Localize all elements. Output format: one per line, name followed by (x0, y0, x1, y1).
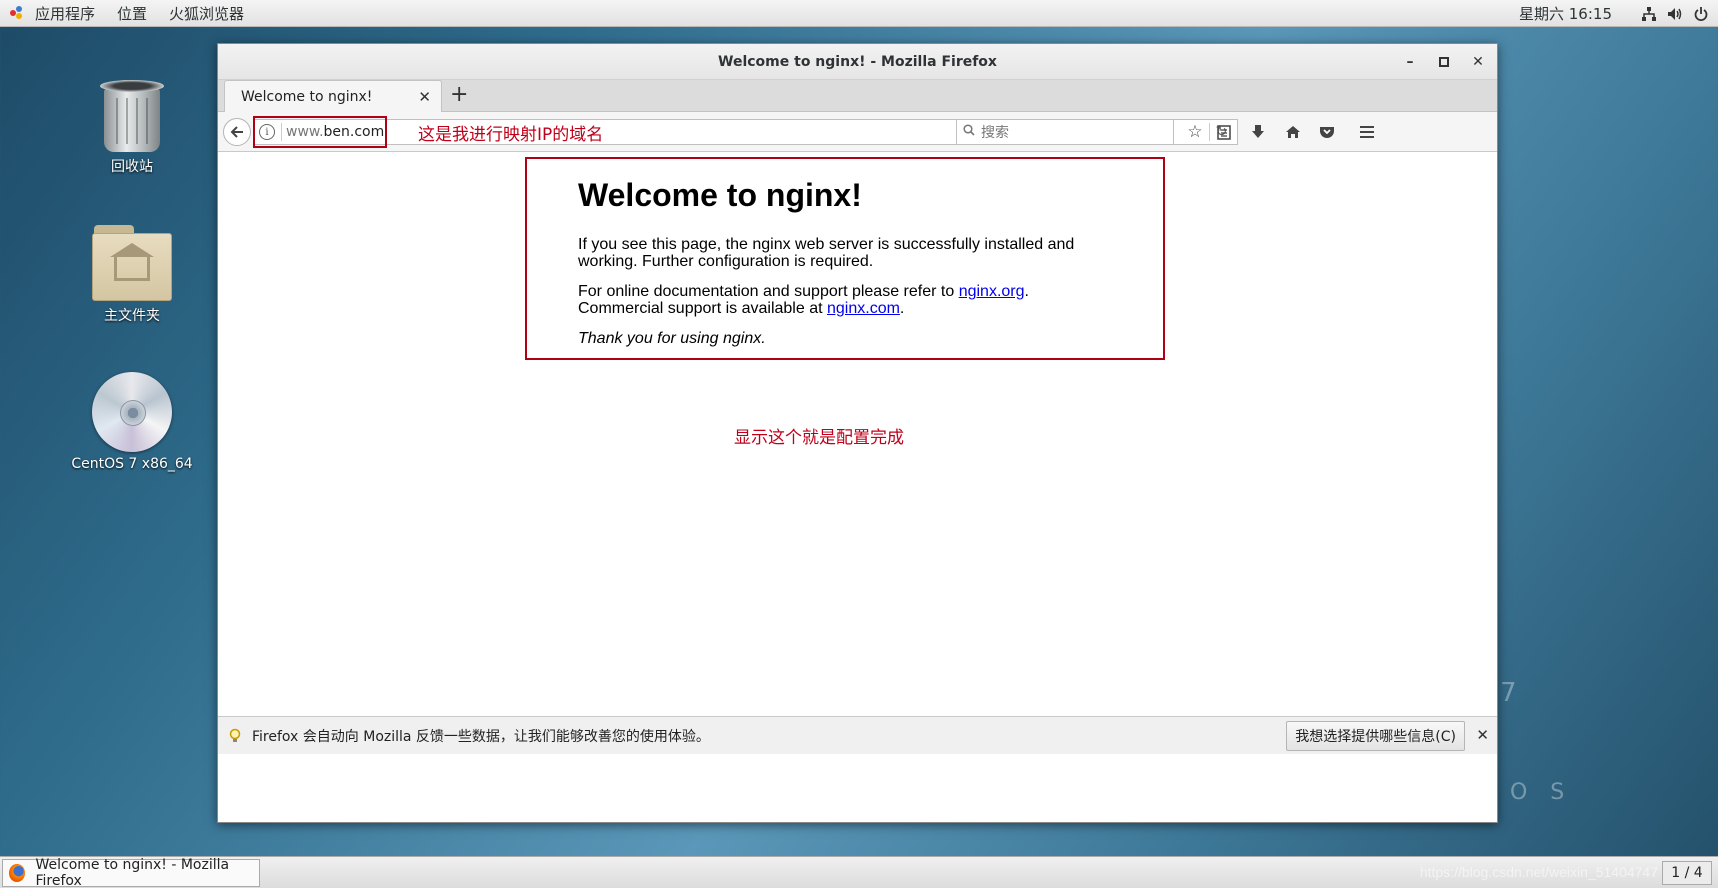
page-heading: Welcome to nginx! (578, 177, 862, 213)
close-button[interactable]: ✕ (1461, 44, 1495, 80)
clock[interactable]: 星期六 16:15 (1519, 3, 1612, 24)
menu-hamburger-icon[interactable] (1354, 120, 1380, 144)
minimize-button[interactable]: – (1393, 44, 1427, 80)
gnome-foot-icon (10, 6, 24, 20)
trash-icon (100, 80, 164, 152)
centos-wallpaper-7: 7 (1500, 678, 1525, 708)
firefox-window: Welcome to nginx! - Mozilla Firefox – ✕ … (217, 43, 1498, 823)
network-icon[interactable] (1636, 0, 1662, 27)
places-menu[interactable]: 位置 (106, 3, 158, 24)
lightbulb-icon (226, 727, 244, 745)
para-commercial-text: Commercial support is available at (578, 300, 827, 317)
downloads-icon[interactable] (1245, 120, 1271, 144)
bottom-panel: Welcome to nginx! - Mozilla Firefox http… (0, 856, 1718, 888)
desktop-centos-disc-label: CentOS 7 x86_64 (71, 456, 193, 472)
taskbar-firefox-label: Welcome to nginx! - Mozilla Firefox (35, 857, 230, 888)
desktop-centos-disc[interactable]: CentOS 7 x86_64 (71, 362, 193, 472)
done-annotation-text: 显示这个就是配置完成 (734, 428, 904, 448)
page-content: Welcome to nginx! If you see this page, … (218, 154, 1497, 744)
firefox-app-menu[interactable]: 火狐浏览器 (158, 3, 255, 24)
tab-strip: Welcome to nginx! ✕ + (218, 80, 1497, 112)
disc-icon (92, 372, 172, 452)
thanks-text: Thank you for using nginx. (578, 330, 766, 347)
para-docs: For online documentation and support ple… (578, 283, 1138, 317)
bookmark-star-icon[interactable]: ☆ (1182, 120, 1208, 144)
search-placeholder: 搜索 (981, 125, 1009, 141)
nginx-welcome: Welcome to nginx! If you see this page, … (578, 177, 1138, 360)
volume-icon[interactable] (1662, 0, 1688, 27)
choose-data-button[interactable]: 我想选择提供哪些信息(C) (1286, 721, 1465, 751)
nginx-com-link[interactable]: nginx.com (827, 300, 900, 317)
centos-wallpaper-os: O S (1510, 780, 1573, 805)
tab-title: Welcome to nginx! (241, 88, 373, 105)
para-commercial-period: . (899, 300, 905, 317)
nav-toolbar: i www.ben.com ↻ 这是我进行映射IP的域名 搜索 ☆ (218, 112, 1497, 152)
new-tab-button[interactable]: + (450, 84, 468, 106)
workspace-pager[interactable]: 1 / 4 (1662, 861, 1712, 885)
csdn-watermark: https://blog.csdn.net/weixin_51404747 (1419, 864, 1658, 880)
back-arrow-icon (230, 126, 243, 138)
site-info-icon[interactable]: i (259, 124, 275, 140)
nginx-annotation-box: Welcome to nginx! If you see this page, … (525, 157, 1165, 360)
home-icon[interactable] (1280, 120, 1306, 144)
para-docs-period: . (1024, 283, 1029, 300)
tab-welcome-nginx[interactable]: Welcome to nginx! ✕ (224, 80, 442, 112)
notification-bar: Firefox 会自动向 Mozilla 反馈一些数据，让我们能够改善您的使用体… (218, 716, 1497, 754)
home-folder-icon (92, 225, 172, 301)
pocket-icon[interactable] (1314, 120, 1340, 144)
maximize-button[interactable] (1427, 44, 1461, 80)
url-text[interactable]: www.ben.com (286, 124, 384, 140)
back-button[interactable] (223, 118, 251, 146)
para-thanks: Thank you for using nginx. (578, 330, 1138, 347)
search-input[interactable]: 搜索 (956, 119, 1174, 145)
desktop-home-folder[interactable]: 主文件夹 (72, 215, 192, 325)
window-title: Welcome to nginx! - Mozilla Firefox (718, 53, 997, 70)
url-prefix: www. (286, 124, 324, 140)
bookmarks-list-icon[interactable] (1211, 120, 1237, 144)
applications-menu[interactable]: 应用程序 (24, 3, 106, 24)
notification-text: Firefox 会自动向 Mozilla 反馈一些数据，让我们能够改善您的使用体… (252, 728, 710, 745)
search-icon (963, 124, 975, 140)
desktop-home-folder-label: 主文件夹 (104, 308, 160, 324)
power-icon[interactable] (1688, 0, 1714, 27)
window-titlebar[interactable]: Welcome to nginx! - Mozilla Firefox – ✕ (218, 44, 1497, 80)
desktop-trash[interactable]: 回收站 (72, 80, 192, 176)
taskbar-firefox-button[interactable]: Welcome to nginx! - Mozilla Firefox (2, 857, 260, 888)
desktop-trash-label: 回收站 (111, 159, 153, 175)
para-docs-text: For online documentation and support ple… (578, 283, 959, 300)
url-annotation-text: 这是我进行映射IP的域名 (418, 125, 604, 145)
nginx-org-link[interactable]: nginx.org (959, 283, 1025, 300)
notification-close-icon[interactable]: ✕ (1476, 726, 1489, 744)
tab-close-icon[interactable]: ✕ (418, 88, 431, 106)
top-panel: 应用程序 位置 火狐浏览器 星期六 16:15 (0, 0, 1718, 27)
para-installed: If you see this page, the nginx web serv… (578, 236, 1075, 270)
firefox-icon (9, 864, 26, 882)
url-domain: ben.com (323, 124, 385, 140)
